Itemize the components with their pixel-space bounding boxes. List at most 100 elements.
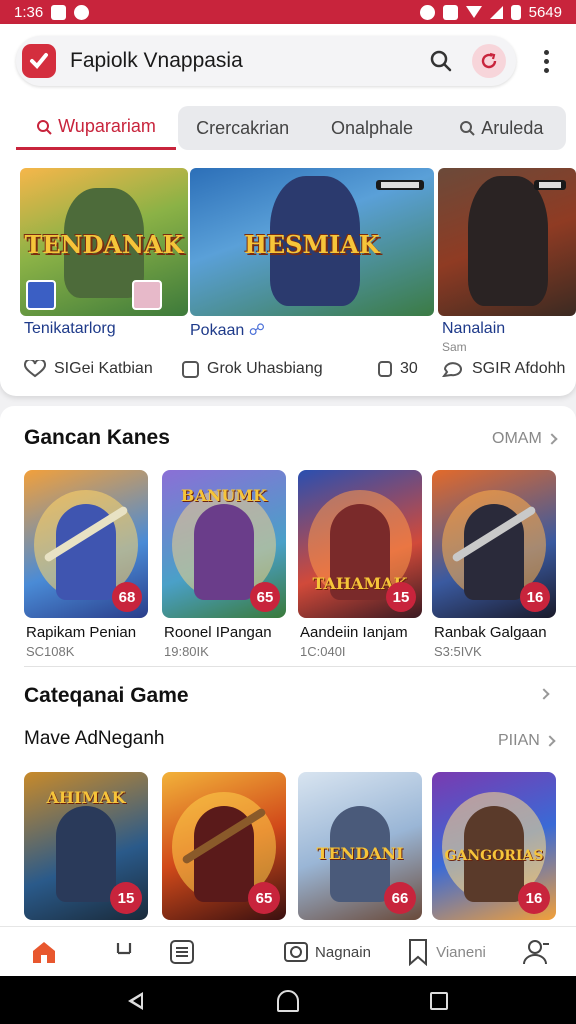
tab-label: Wuparariam	[58, 116, 156, 136]
search-bar[interactable]: Fapiolk Vnappasia	[16, 36, 516, 86]
alarm-icon	[419, 4, 435, 20]
bottom-nav: Nagnain Vianeni	[0, 926, 576, 976]
see-all-label: OMAM	[492, 430, 542, 447]
status-bar: 1:36 5649	[0, 0, 576, 24]
app-notification-icon	[74, 4, 90, 20]
profile-icon	[523, 940, 549, 965]
game-thumbnail: 65	[162, 772, 286, 920]
refresh-icon	[481, 52, 497, 69]
signal-icon	[489, 5, 503, 19]
game-title: Roonel IPangan	[164, 624, 272, 641]
refresh-button[interactable]	[472, 44, 506, 78]
like-icon	[24, 360, 46, 378]
section-title: Gancan Kanes	[24, 426, 170, 449]
battery-level: 5649	[528, 3, 562, 21]
game-title: Rapikam Penian	[26, 624, 137, 641]
meta-label: 30	[400, 360, 418, 377]
rating-badge: 15	[110, 882, 142, 914]
home-button-icon[interactable]	[277, 990, 299, 1012]
featured-card-image[interactable]: HESMIAK	[190, 168, 434, 316]
game-title: Ranbak Galgaan	[434, 624, 547, 641]
content-section: Gancan Kanes OMAM 68 Rapikam Penian SC10…	[0, 406, 576, 946]
battery-icon	[510, 4, 521, 20]
thumbnail-art-text: AHIMAK	[46, 788, 126, 807]
section-subtitle: Mave AdNeganh	[24, 728, 165, 749]
featured-caption-text: Pokaan	[190, 322, 245, 339]
back-icon-inner	[133, 996, 141, 1006]
rating-badge: 65	[248, 882, 280, 914]
tab-label: Onalphale	[330, 117, 414, 138]
see-all-link[interactable]: OMAM	[492, 430, 558, 448]
featured-caption[interactable]: Nanalain	[442, 320, 505, 338]
meta-label: SIGei Katbian	[54, 360, 153, 377]
featured-card-image[interactable]: TENDANAK	[20, 168, 188, 316]
game-thumbnail: TAHAMAK 15	[298, 470, 422, 618]
meta-label: Grok Uhasbiang	[207, 360, 323, 377]
thumbnail-art-text: GANGORIAS	[444, 848, 544, 864]
tab-active[interactable]: Wuparariam	[16, 106, 176, 150]
nav-gallery[interactable]: Nagnain	[272, 927, 382, 977]
more-options-button[interactable]	[534, 44, 558, 78]
featured-carousel: TENDANAK HESMIAK Tenikatarlorg Pokaan ☍ …	[20, 168, 576, 354]
featured-caption[interactable]: Tenikatarlorg	[24, 320, 116, 338]
nav-list[interactable]	[162, 927, 202, 977]
app-logo-icon	[22, 44, 56, 78]
nav-label: Vianeni	[436, 943, 486, 961]
game-thumbnail: 16	[432, 470, 556, 618]
featured-caption[interactable]: Pokaan ☍	[190, 320, 265, 340]
game-thumbnail: AHIMAK 15	[24, 772, 148, 920]
mini-avatar-icon	[26, 280, 56, 310]
checkbox-icon	[182, 360, 199, 378]
divider	[24, 666, 576, 667]
nav-profile[interactable]	[516, 927, 556, 977]
wifi-icon	[465, 6, 482, 18]
meta-item[interactable]: SIGei Katbian	[24, 356, 153, 382]
status-time: 1:36	[14, 3, 44, 21]
nav-controller[interactable]	[104, 927, 144, 977]
chevron-right-icon	[544, 735, 556, 747]
recent-apps-icon[interactable]	[430, 992, 448, 1010]
chevron-right-icon	[546, 433, 558, 445]
home-icon	[33, 942, 55, 963]
featured-art-text: HESMIAK	[244, 230, 380, 259]
featured-sub: Sam	[442, 340, 467, 354]
tab-2[interactable]: Crercakrian	[178, 118, 307, 139]
verified-icon: ☍	[248, 322, 265, 339]
section-title: Cateqanai Game	[24, 684, 189, 707]
chevron-right-icon	[538, 688, 550, 700]
tab-label: Aruleda	[481, 117, 544, 138]
search-icon[interactable]	[426, 46, 456, 76]
rating-badge: 68	[112, 582, 142, 612]
bookmark-icon	[409, 939, 428, 966]
thumbnail-art-text: BANUMK	[180, 486, 268, 505]
chat-icon	[442, 362, 462, 377]
nav-bookmarks[interactable]: Vianeni	[398, 927, 494, 977]
featured-card-image[interactable]	[438, 168, 576, 316]
see-all-link[interactable]: PIIAN	[498, 732, 556, 750]
game-subtitle: 19:80IK	[164, 644, 209, 659]
featured-tag	[534, 180, 566, 190]
gamepad-icon	[116, 943, 132, 955]
game-subtitle: S3:5IVK	[434, 644, 482, 659]
featured-art-text: TENDANAK	[24, 230, 184, 259]
game-thumbnail: TENDANI 66	[298, 772, 422, 920]
tab-4[interactable]: Aruleda	[437, 118, 566, 139]
rating-badge: 66	[384, 882, 416, 914]
meta-item[interactable]: SGIR Afdohh	[442, 356, 565, 382]
search-title: Fapiolk Vnappasia	[70, 49, 243, 72]
rating-badge: 15	[386, 582, 416, 612]
tab-3[interactable]: Onalphale	[307, 118, 436, 139]
rating-badge: 65	[250, 582, 280, 612]
tab-group: Crercakrian Onalphale Aruleda	[178, 106, 566, 150]
section-expand-button[interactable]	[538, 688, 550, 700]
notification-icon	[442, 4, 458, 20]
featured-tag	[376, 180, 424, 190]
game-subtitle: 1C:040I	[300, 644, 346, 659]
meta-item[interactable]: 30	[378, 356, 418, 382]
meta-item[interactable]: Grok Uhasbiang	[182, 356, 323, 382]
game-thumbnail: BANUMK 65	[162, 470, 286, 618]
top-panel: Fapiolk Vnappasia Wuparariam Crercakrian…	[0, 24, 576, 396]
game-subtitle: SC108K	[26, 644, 75, 659]
rating-badge: 16	[520, 582, 550, 612]
nav-home[interactable]	[24, 927, 64, 977]
